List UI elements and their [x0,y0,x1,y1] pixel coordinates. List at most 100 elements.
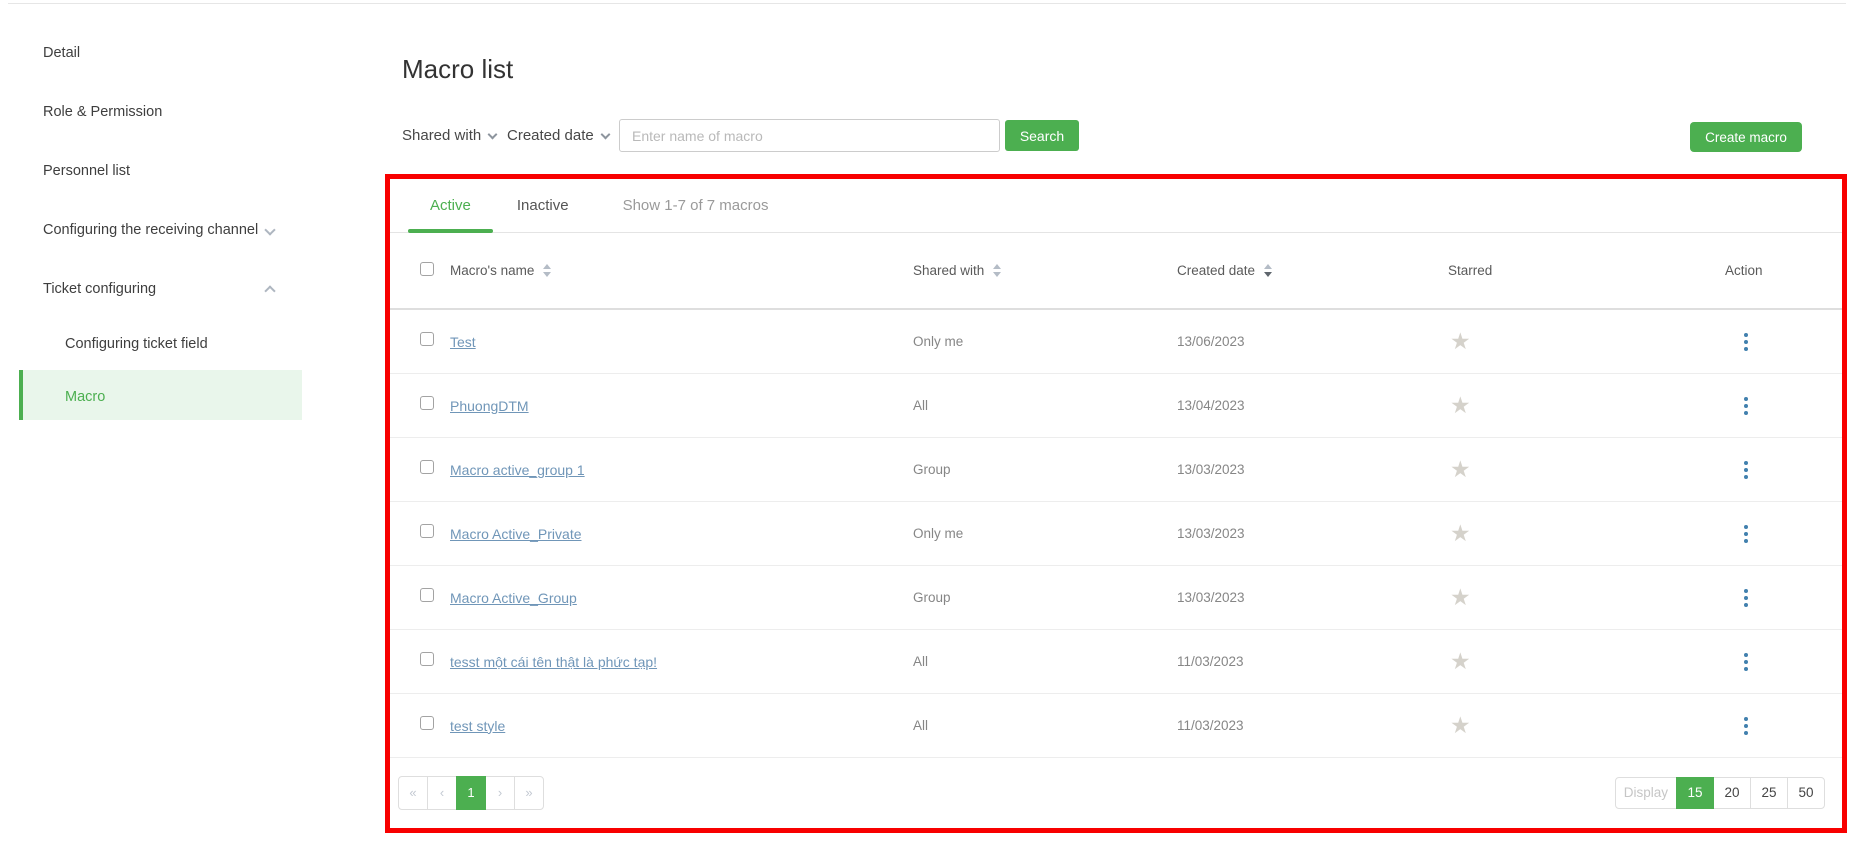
shared-with-value: All [913,718,1177,733]
first-page-button[interactable]: « [398,776,428,810]
created-date-value: 13/03/2023 [1177,526,1448,541]
table-row: Macro Active_Group Group 13/03/2023 ★ [390,566,1842,630]
sidebar-item-role-permission[interactable]: Role & Permission [43,104,162,120]
column-header-created-date[interactable]: Created date [1177,263,1448,278]
created-date-filter-dropdown[interactable]: Created date [507,127,609,144]
page-title: Macro list [402,54,513,85]
created-date-filter-label: Created date [507,127,594,144]
row-actions-kebab-icon[interactable] [1741,586,1751,610]
table-row: Test Only me 13/06/2023 ★ [390,310,1842,374]
column-header-macro-name[interactable]: Macro's name [450,263,913,278]
page-size-option-50[interactable]: 50 [1787,777,1825,809]
create-macro-button[interactable]: Create macro [1690,122,1802,152]
next-page-button[interactable]: › [485,776,515,810]
row-checkbox[interactable] [420,652,434,666]
created-date-value: 13/06/2023 [1177,334,1448,349]
table-row: test style All 11/03/2023 ★ [390,694,1842,758]
sidebar-item-receiving-channel[interactable]: Configuring the receiving channel [43,222,258,238]
star-icon[interactable]: ★ [1450,330,1471,353]
chevron-down-icon[interactable] [264,224,275,235]
page: Detail Role & Permission Personnel list … [0,0,1854,843]
page-size-option-15[interactable]: 15 [1676,777,1714,809]
row-checkbox[interactable] [420,332,434,346]
chevron-down-icon [600,130,610,140]
row-checkbox[interactable] [420,460,434,474]
results-summary: Show 1-7 of 7 macros [623,179,769,232]
star-icon[interactable]: ★ [1450,650,1471,673]
last-page-button[interactable]: » [514,776,544,810]
sidebar-active-highlight [19,370,302,420]
table-row: tesst một cái tên thật là phức tạp! All … [390,630,1842,694]
macro-name-link[interactable]: Test [450,334,476,350]
sort-icon[interactable] [993,264,1001,277]
star-icon[interactable]: ★ [1450,714,1471,737]
table-header: Macro's name Shared with Created date St… [390,233,1842,310]
table-row: Macro active_group 1 Group 13/03/2023 ★ [390,438,1842,502]
created-date-value: 11/03/2023 [1177,718,1448,733]
shared-with-value: Only me [913,334,1177,349]
search-button[interactable]: Search [1005,120,1079,151]
created-date-value: 13/03/2023 [1177,462,1448,477]
sidebar-item-personnel-list[interactable]: Personnel list [43,163,130,179]
column-header-action: Action [1725,263,1842,278]
chevron-up-icon[interactable] [264,285,275,296]
sidebar-item-configuring-ticket-field[interactable]: Configuring ticket field [65,336,208,352]
sidebar-item-ticket-configuring[interactable]: Ticket configuring [43,281,156,297]
row-actions-kebab-icon[interactable] [1741,714,1751,738]
sort-icon[interactable] [543,264,551,277]
row-checkbox[interactable] [420,716,434,730]
macro-name-link[interactable]: Macro active_group 1 [450,462,585,478]
tab-inactive[interactable]: Inactive [517,179,569,232]
macro-name-link[interactable]: test style [450,718,505,734]
shared-with-filter-dropdown[interactable]: Shared with [402,127,496,144]
macro-name-link[interactable]: PhuongDTM [450,398,529,414]
row-checkbox[interactable] [420,524,434,538]
page-size-selector: Display 15 20 25 50 [1615,777,1825,809]
shared-with-filter-label: Shared with [402,127,481,144]
search-input[interactable] [619,119,1000,152]
macro-name-link[interactable]: Macro Active_Group [450,590,577,606]
sidebar: Detail Role & Permission Personnel list … [0,0,310,843]
page-size-option-20[interactable]: 20 [1713,777,1751,809]
sort-desc-icon[interactable] [1264,264,1272,277]
table-body: Test Only me 13/06/2023 ★ PhuongDTM All … [390,310,1842,758]
select-all-checkbox[interactable] [420,262,434,276]
macro-name-link[interactable]: tesst một cái tên thật là phức tạp! [450,654,657,670]
table-row: Macro Active_Private Only me 13/03/2023 … [390,502,1842,566]
row-actions-kebab-icon[interactable] [1741,394,1751,418]
shared-with-value: Group [913,590,1177,605]
row-actions-kebab-icon[interactable] [1741,522,1751,546]
created-date-value: 13/04/2023 [1177,398,1448,413]
previous-page-button[interactable]: ‹ [427,776,457,810]
tab-active[interactable]: Active [408,179,493,232]
row-actions-kebab-icon[interactable] [1741,330,1751,354]
sidebar-item-detail[interactable]: Detail [43,45,80,61]
page-size-display-label: Display [1615,777,1677,809]
macro-name-link[interactable]: Macro Active_Private [450,526,582,542]
current-page-button[interactable]: 1 [456,776,486,810]
created-date-value: 11/03/2023 [1177,654,1448,669]
row-checkbox[interactable] [420,396,434,410]
shared-with-value: All [913,654,1177,669]
star-icon[interactable]: ★ [1450,522,1471,545]
created-date-value: 13/03/2023 [1177,590,1448,605]
sidebar-item-macro[interactable]: Macro [65,389,105,405]
row-checkbox[interactable] [420,588,434,602]
tab-bar: Active Inactive Show 1-7 of 7 macros [390,179,1842,233]
shared-with-value: Group [913,462,1177,477]
shared-with-value: All [913,398,1177,413]
shared-with-value: Only me [913,526,1177,541]
column-header-starred: Starred [1448,263,1725,278]
annotation-rectangle: Active Inactive Show 1-7 of 7 macros Mac… [385,174,1847,833]
page-size-option-25[interactable]: 25 [1750,777,1788,809]
row-actions-kebab-icon[interactable] [1741,458,1751,482]
star-icon[interactable]: ★ [1450,458,1471,481]
page-navigation: « ‹ 1 › » [398,776,544,810]
pagination-bar: « ‹ 1 › » Display 15 20 25 50 [390,758,1842,827]
row-actions-kebab-icon[interactable] [1741,650,1751,674]
star-icon[interactable]: ★ [1450,394,1471,417]
star-icon[interactable]: ★ [1450,586,1471,609]
column-header-shared-with[interactable]: Shared with [913,263,1177,278]
table-row: PhuongDTM All 13/04/2023 ★ [390,374,1842,438]
chevron-down-icon [488,130,498,140]
